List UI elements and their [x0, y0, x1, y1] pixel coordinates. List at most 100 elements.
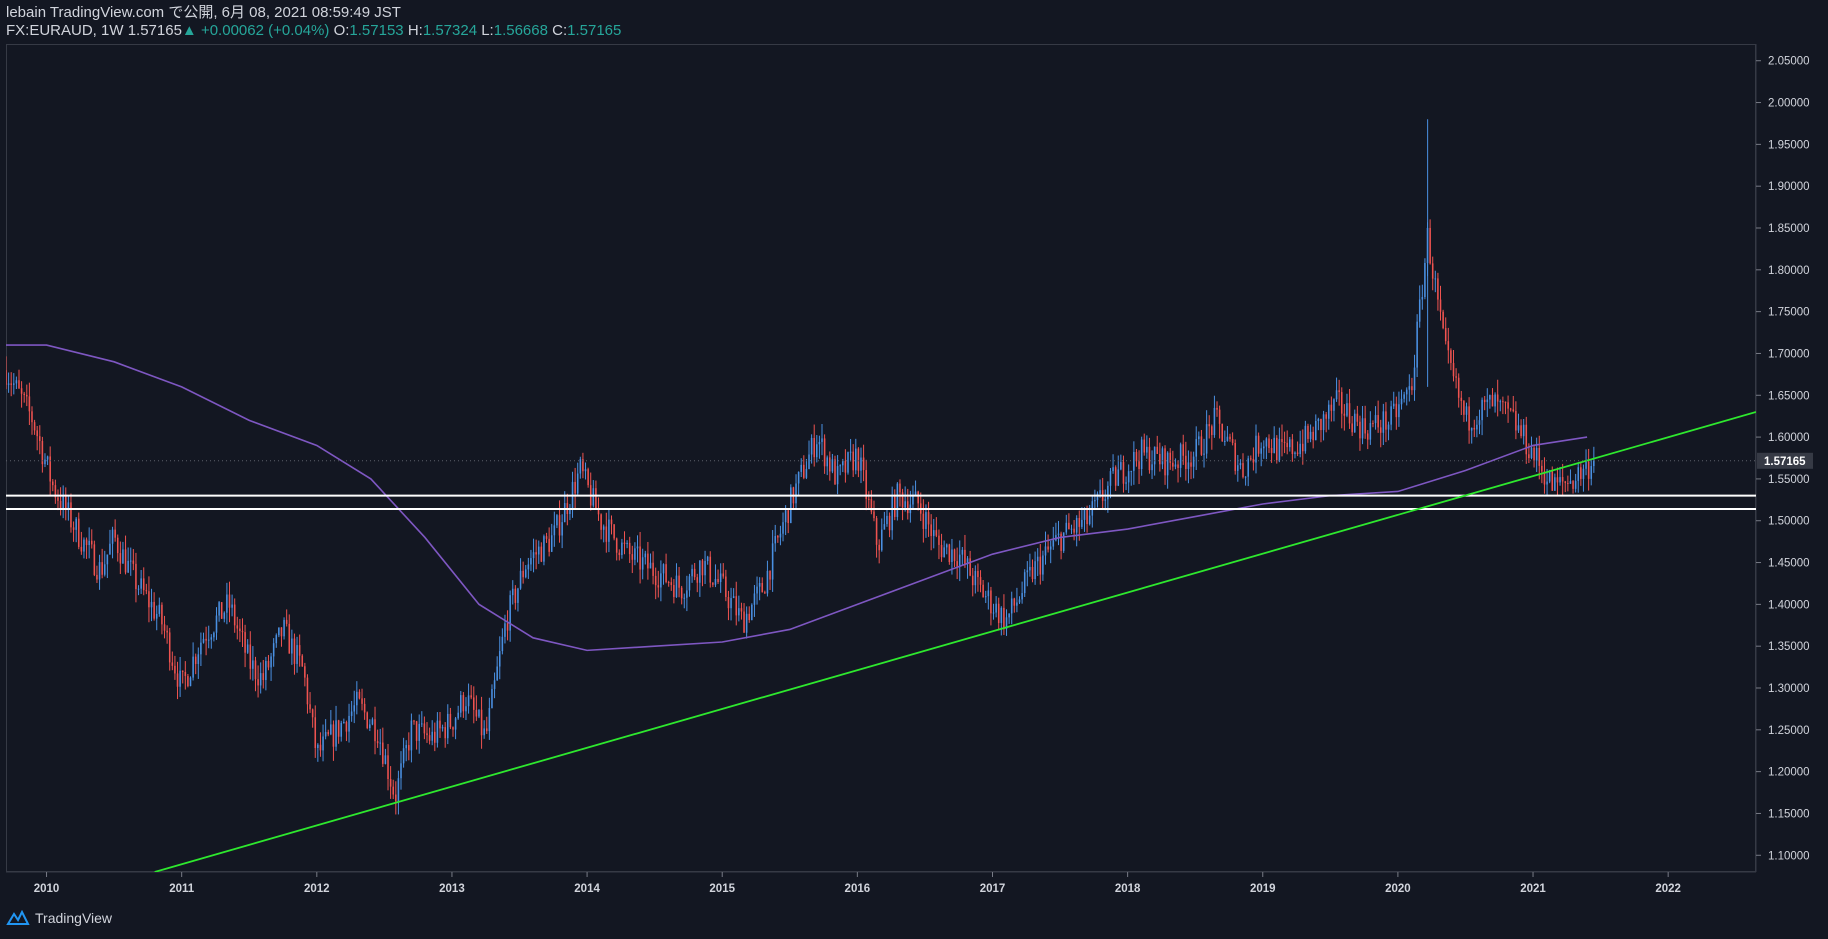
candle-body: [878, 544, 880, 551]
candle-body: [504, 623, 506, 637]
candle-body: [1036, 556, 1039, 562]
candle-body: [782, 522, 784, 534]
candle-body: [1395, 403, 1398, 418]
candle-body: [1177, 464, 1179, 468]
candle-body: [883, 524, 886, 530]
candle-body: [439, 720, 441, 729]
candle-body: [558, 515, 561, 536]
candle-body: [270, 656, 272, 668]
candle-body: [410, 720, 413, 751]
candle-body: [155, 613, 158, 619]
candle-body: [649, 562, 652, 569]
candle-body: [641, 557, 644, 570]
candle-body: [595, 488, 597, 510]
candle-body: [1304, 425, 1307, 452]
candle-body: [1343, 413, 1346, 416]
candle-body: [192, 656, 194, 678]
candle-body: [730, 598, 732, 609]
candle-body: [1203, 453, 1205, 455]
candle-body: [608, 519, 610, 542]
candle-body: [1034, 561, 1036, 580]
candle-body: [1221, 423, 1223, 442]
candle-body: [657, 585, 660, 588]
candle-body: [291, 638, 293, 654]
candle-body: [1062, 532, 1065, 551]
y-tick-label: 2.05000: [1768, 56, 1810, 68]
candle-body: [309, 704, 311, 710]
candle-body: [977, 570, 979, 578]
candle-body: [509, 595, 511, 631]
candle-body: [670, 582, 673, 586]
candle-body: [1114, 467, 1117, 486]
brand-label: TradingView: [35, 910, 113, 926]
candle-body: [1507, 402, 1509, 409]
candle-body: [15, 380, 18, 384]
candle-body: [49, 456, 51, 482]
candle-body: [426, 733, 428, 736]
candle-body: [423, 723, 426, 734]
candle-body: [361, 698, 363, 704]
candle-body: [184, 671, 187, 677]
candle-body: [197, 654, 200, 664]
candle-body: [314, 717, 317, 748]
candle-body: [701, 560, 704, 576]
candle-body: [912, 495, 914, 505]
candle-body: [639, 546, 641, 570]
y-tick-label: 1.20000: [1768, 767, 1810, 779]
candle-body: [1268, 438, 1270, 449]
candle-body: [1242, 463, 1244, 478]
candle-body: [868, 498, 870, 500]
candle-body: [444, 727, 446, 739]
candle-body: [254, 660, 257, 680]
candle-body: [1348, 403, 1351, 424]
candle-body: [452, 727, 454, 730]
candle-body: [106, 554, 109, 565]
candle-body: [899, 483, 901, 493]
candle-body: [576, 473, 579, 494]
candle-body: [1270, 448, 1273, 453]
candle-body: [1582, 468, 1585, 479]
candle-body: [335, 720, 337, 747]
candle-body: [1138, 461, 1140, 469]
candle-body: [382, 742, 384, 764]
candle-body: [1185, 455, 1187, 469]
candle-body: [1574, 480, 1577, 489]
candle-body: [1026, 570, 1029, 573]
candle-body: [758, 582, 761, 587]
candle-body: [1473, 427, 1476, 430]
candle-body: [873, 511, 875, 519]
candle-body: [982, 584, 984, 598]
candle-body: [280, 627, 283, 637]
candle-body: [1148, 446, 1151, 471]
candle-body: [553, 525, 556, 536]
candle-body: [1265, 438, 1268, 447]
candle-body: [1398, 404, 1400, 418]
candle-body: [623, 542, 626, 544]
candle-body: [1405, 389, 1408, 395]
candle-body: [236, 625, 239, 629]
candle-body: [1382, 411, 1385, 433]
candle-body: [72, 527, 75, 530]
candle-body: [296, 645, 298, 664]
candle-body: [1478, 420, 1481, 425]
candle-body: [28, 396, 31, 412]
candle-body: [1211, 426, 1213, 436]
price-chart[interactable]: 2.05000 2.00000 1.95000 1.90000 1.85000 1.800…: [0, 0, 1828, 939]
candle-body: [413, 720, 415, 722]
candle-body: [1424, 262, 1426, 297]
candle-body: [1460, 397, 1463, 402]
candle-body: [226, 594, 228, 613]
candle-body: [1411, 386, 1413, 391]
candle-body: [506, 623, 509, 631]
candle-body: [1120, 462, 1122, 470]
candle-body: [1335, 390, 1338, 400]
candle-body: [1021, 593, 1023, 600]
candle-body: [1283, 441, 1286, 443]
candle-body: [1580, 467, 1582, 479]
candle-body: [1476, 424, 1478, 430]
candle-body: [1104, 499, 1107, 501]
candle-body: [1587, 461, 1590, 479]
x-tick-label: 2020: [1385, 883, 1411, 895]
candle-body: [699, 560, 701, 583]
candle-body: [1434, 278, 1437, 280]
